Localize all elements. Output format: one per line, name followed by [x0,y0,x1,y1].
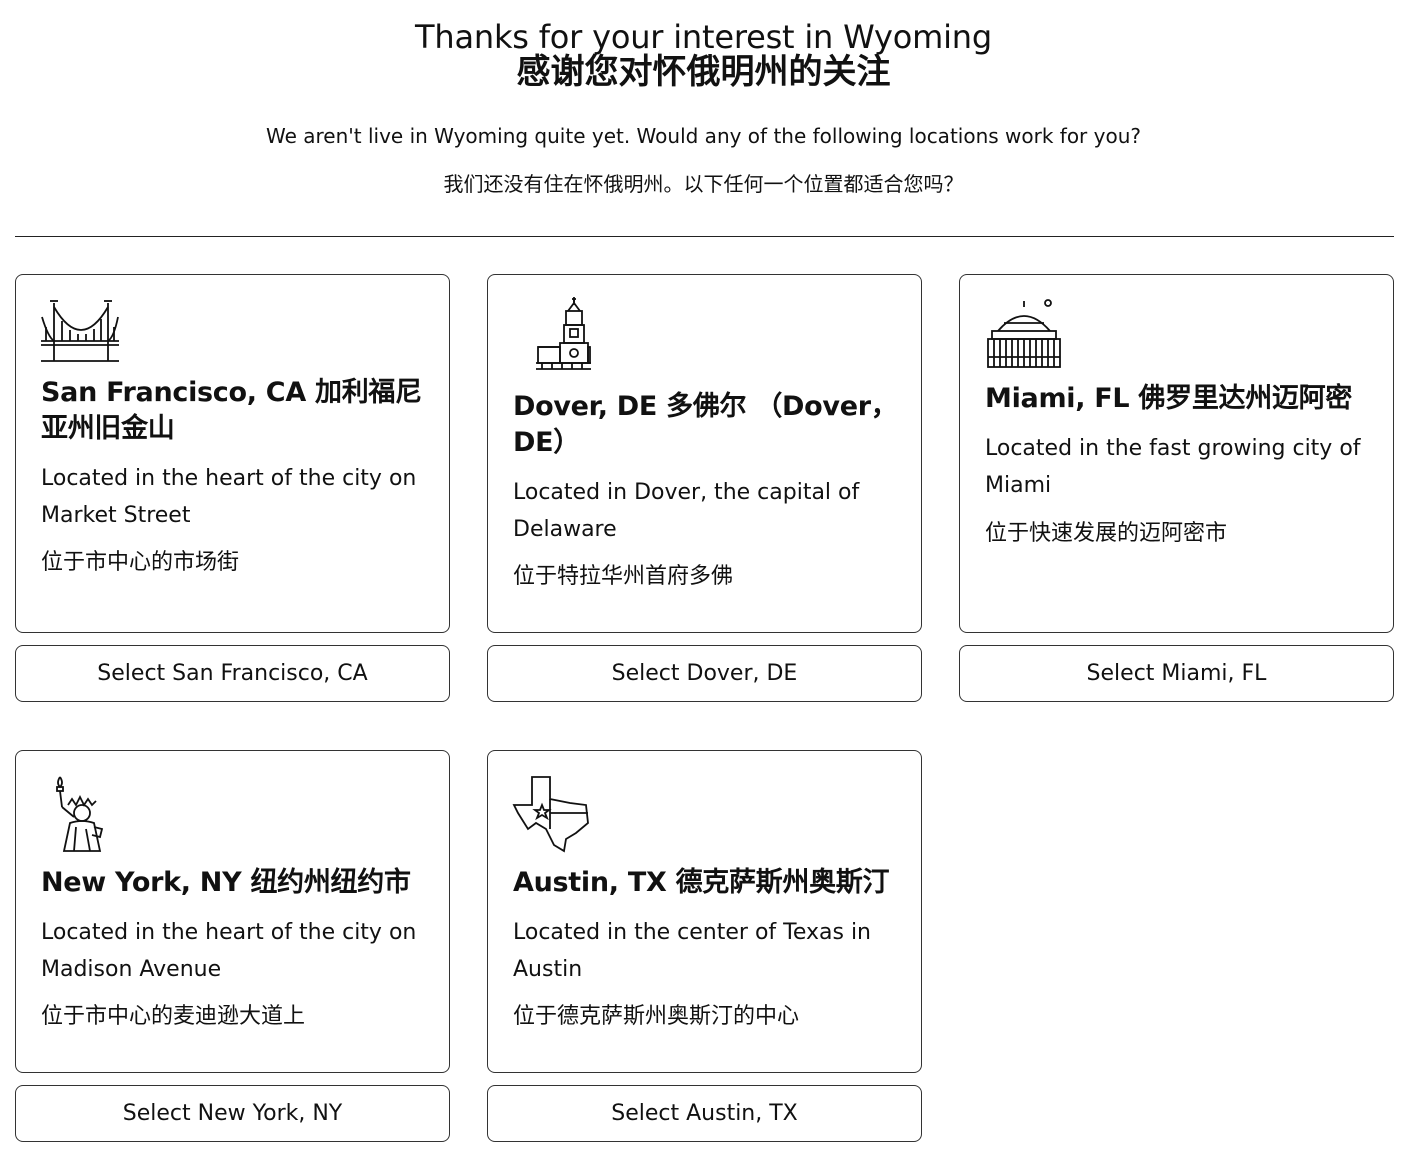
independence-hall-icon [512,297,592,377]
select-dover-button[interactable]: Select Dover, DE [487,645,922,702]
location-title: New York, NY 纽约州纽约市 [41,867,411,898]
location-description-chinese: 位于市中心的麦迪逊大道上 [41,1004,306,1029]
location-card-miami[interactable]: Miami, FL 佛罗里达州迈阿密 Located in the fast g… [959,274,1394,633]
divider [15,236,1394,237]
location-title: Dover, DE 多佛尔 （Dover，DE） [513,391,898,458]
domed-building-icon [984,297,1064,377]
select-new-york-button[interactable]: Select New York, NY [15,1085,450,1142]
location-title: Austin, TX 德克萨斯州奥斯汀 [513,867,890,898]
page-subtitle: We aren't live in Wyoming quite yet. Wou… [265,124,1142,148]
location-card-san-francisco[interactable]: San Francisco, CA 加利福尼亚州旧金山 Located in t… [15,274,450,633]
select-san-francisco-button[interactable]: Select San Francisco, CA [15,645,450,702]
page-title-chinese: 感谢您对怀俄明州的关注 [516,52,891,92]
location-title: Miami, FL 佛罗里达州迈阿密 [985,383,1353,414]
location-description: Located in the heart of the city on Mark… [41,466,417,528]
location-description: Located in Dover, the capital of Delawar… [513,480,860,542]
select-austin-button[interactable]: Select Austin, TX [487,1085,922,1142]
location-description-chinese: 位于市中心的市场街 [41,550,240,575]
location-title: San Francisco, CA 加利福尼亚州旧金山 [41,377,422,444]
location-description-chinese: 位于快速发展的迈阿密市 [985,521,1228,546]
location-description-chinese: 位于德克萨斯州奥斯汀的中心 [513,1004,800,1029]
location-description-chinese: 位于特拉华州首府多佛 [513,564,734,589]
select-miami-button[interactable]: Select Miami, FL [959,645,1394,702]
location-description: Located in the fast growing city of Miam… [985,436,1361,498]
location-card-dover[interactable]: Dover, DE 多佛尔 （Dover，DE） Located in Dove… [487,274,922,633]
texas-flag-map-icon [512,773,592,853]
location-card-new-york[interactable]: New York, NY 纽约州纽约市 Located in the heart… [15,750,450,1073]
statue-of-liberty-icon [40,773,120,853]
location-description: Located in the heart of the city on Madi… [41,920,417,982]
page-subtitle-chinese: 我们还没有住在怀俄明州。以下任何一个位置都适合您吗？ [443,172,964,196]
location-card-austin[interactable]: Austin, TX 德克萨斯州奥斯汀 Located in the cente… [487,750,922,1073]
golden-gate-bridge-icon [40,297,120,377]
location-description: Located in the center of Texas in Austin [513,920,872,982]
